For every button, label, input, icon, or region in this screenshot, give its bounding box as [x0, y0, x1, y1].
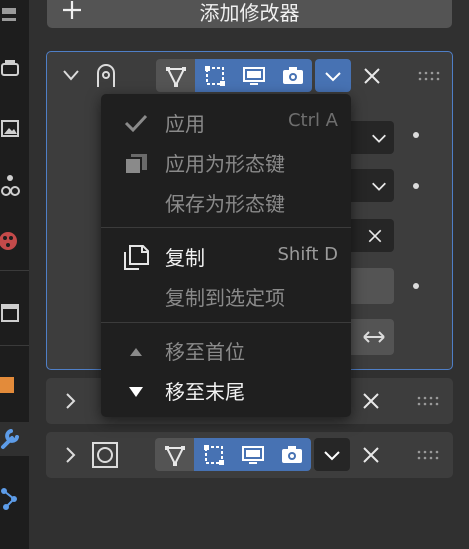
animate-property-dot[interactable] [413, 183, 419, 189]
edit-mode-toggle[interactable] [194, 438, 233, 471]
printer-icon [1, 60, 19, 76]
particles-icon [1, 488, 17, 510]
chevron-down-icon [372, 134, 386, 143]
menu-item-shortcut: Shift D [277, 244, 339, 265]
viewport-display-toggle[interactable] [234, 59, 273, 92]
menu-item-label: 保存为形态键 [165, 192, 285, 216]
chevron-down-icon [324, 450, 340, 460]
object-tab[interactable] [0, 368, 29, 402]
close-icon[interactable] [361, 65, 383, 87]
tab-separator [0, 345, 29, 346]
particles-tab[interactable] [0, 482, 29, 516]
triangle-up-icon [130, 348, 142, 356]
modifier-specials-menu-button[interactable] [315, 59, 351, 92]
shape-key-icon [124, 154, 147, 175]
close-icon[interactable] [366, 227, 384, 245]
menu-item-move-to-first[interactable]: 移至首位 [101, 331, 351, 369]
chevron-right-icon[interactable] [60, 391, 80, 411]
menu-item-duplicate[interactable]: 复制 Shift D [101, 237, 351, 275]
modifier-tab[interactable] [0, 422, 29, 456]
chevron-down-icon[interactable] [61, 65, 81, 85]
menu-item-label: 复制到选定项 [165, 286, 285, 310]
wrench-screwdriver-icon [2, 8, 16, 21]
scene-icon [0, 232, 17, 250]
circle-modifier-icon [92, 442, 118, 468]
menu-item-label: 移至末尾 [165, 380, 245, 404]
camera-icon [281, 445, 302, 463]
modifier-panel-3[interactable] [46, 432, 453, 478]
drag-handle-icon[interactable] [416, 395, 440, 407]
output-tab[interactable] [0, 112, 29, 146]
edit-mode-cage-toggle[interactable] [156, 59, 195, 92]
view-layer-icon [1, 175, 20, 196]
monitor-icon [241, 445, 264, 464]
double-arrow-icon [363, 331, 385, 343]
menu-item-label: 应用 [165, 112, 205, 136]
render-tab[interactable] [0, 52, 29, 86]
duplicate-icon [124, 245, 149, 270]
render-toggle[interactable] [273, 59, 312, 92]
animate-property-dot[interactable] [413, 283, 419, 289]
viewport-display-toggle[interactable] [233, 438, 272, 471]
close-icon[interactable] [360, 390, 382, 412]
tab-separator [0, 270, 29, 271]
chevron-down-icon [325, 71, 341, 81]
edit-mode-icon [203, 444, 224, 465]
menu-separator [101, 322, 351, 323]
drag-handle-icon[interactable] [416, 449, 440, 461]
tool-tab[interactable] [0, 0, 29, 34]
menu-item-shortcut: Ctrl A [287, 110, 338, 131]
menu-item-label: 复制 [165, 246, 205, 270]
image-icon [1, 120, 19, 137]
add-modifier-button[interactable]: 添加修改器 [47, 0, 452, 28]
view-layer-tab[interactable] [0, 168, 29, 202]
add-modifier-label: 添加修改器 [199, 1, 300, 25]
edit-mode-icon [204, 65, 225, 86]
menu-item-apply[interactable]: 应用 Ctrl A [101, 103, 351, 141]
object-icon [0, 377, 14, 393]
scene-tab[interactable] [0, 224, 29, 258]
render-toggle[interactable] [272, 438, 311, 471]
wrench-icon [1, 429, 19, 449]
modifier-specials-menu-button[interactable] [314, 438, 350, 471]
vertex-triangle-icon [165, 66, 186, 87]
checkmark-icon [124, 114, 148, 133]
menu-item-move-to-last[interactable]: 移至末尾 [101, 371, 351, 409]
edit-mode-cage-toggle[interactable] [155, 438, 194, 471]
close-icon[interactable] [360, 444, 382, 466]
camera-icon [282, 66, 303, 84]
chevron-down-icon [372, 182, 386, 191]
menu-item-label: 应用为形态键 [165, 152, 285, 176]
properties-tab-bar [0, 0, 29, 549]
collection-tab[interactable] [0, 296, 29, 330]
menu-separator [101, 227, 351, 228]
drag-handle-icon[interactable] [417, 70, 441, 82]
collection-icon [1, 304, 19, 322]
monitor-icon [242, 66, 265, 85]
modifier-specials-menu: 应用 Ctrl A 应用为形态键 保存为形态键 复制 Shift D 复制到选定… [101, 94, 351, 417]
modifier-header-1[interactable] [47, 52, 452, 100]
menu-item-apply-as-shape-key[interactable]: 应用为形态键 [101, 143, 351, 181]
curve-arc-icon [97, 64, 115, 87]
menu-item-label: 移至首位 [165, 340, 245, 364]
menu-item-save-as-shape-key[interactable]: 保存为形态键 [101, 183, 351, 221]
edit-mode-toggle[interactable] [195, 59, 234, 92]
triangle-down-icon [129, 387, 143, 397]
menu-item-copy-to-selected[interactable]: 复制到选定项 [101, 277, 351, 315]
chevron-right-icon[interactable] [60, 445, 80, 465]
vertex-triangle-icon [164, 445, 185, 466]
animate-property-dot[interactable] [413, 132, 419, 138]
